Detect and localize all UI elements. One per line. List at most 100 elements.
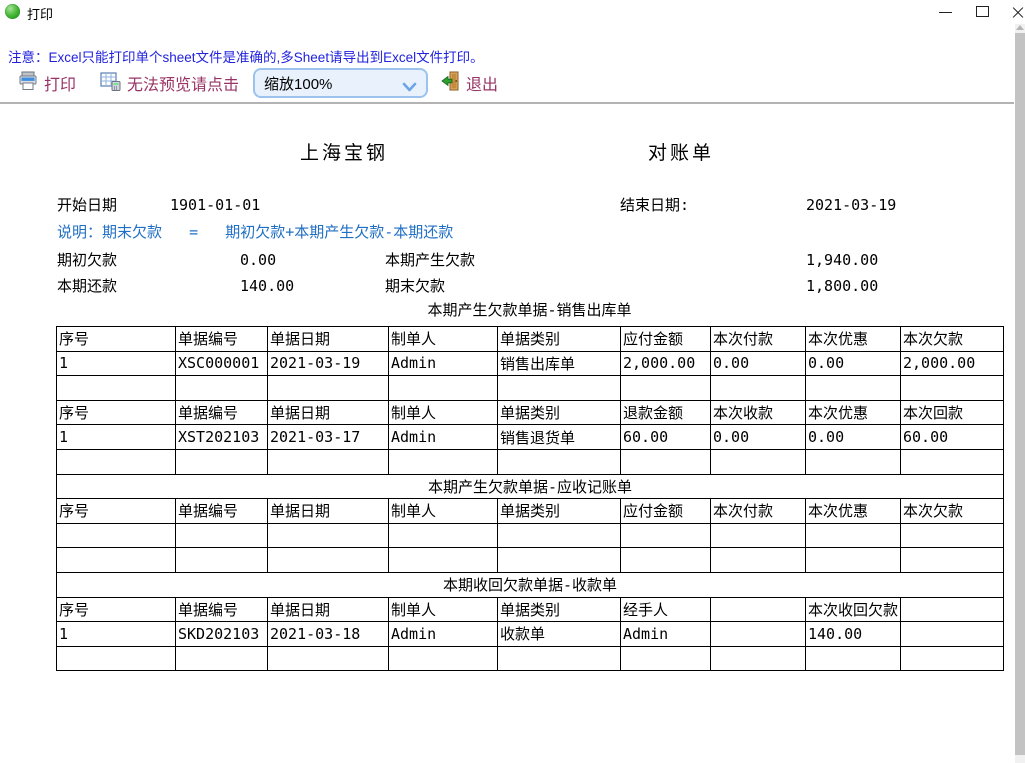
grid-cell xyxy=(176,449,268,474)
exit-label: 退出 xyxy=(466,71,498,95)
grid-cell xyxy=(176,523,268,548)
grid-cell xyxy=(268,523,389,548)
chevron-down-icon xyxy=(402,80,417,98)
window-title: 打印 xyxy=(27,4,53,23)
grid-cell: Admin xyxy=(389,425,498,450)
grid-cell: 收款单 xyxy=(498,622,621,647)
grid-header-cell: 本次优惠 xyxy=(806,499,901,524)
grid-cell: 1 xyxy=(57,351,176,376)
grid-header-cell: 序号 xyxy=(57,597,176,622)
grid-cell: Admin xyxy=(621,622,711,647)
vertical-scrollbar[interactable] xyxy=(1015,24,1025,763)
grid-header-cell: 单据类别 xyxy=(498,400,621,425)
end-date-value: 2021-03-19 xyxy=(806,196,896,214)
grid-cell xyxy=(901,449,1004,474)
grid-cell: 60.00 xyxy=(901,425,1004,450)
grid-cell xyxy=(498,376,621,401)
grid-cell xyxy=(498,548,621,573)
grid-data-row: 1SKD2021032021-03-18Admin收款单Admin140.00 xyxy=(57,622,1004,647)
grid-data-row: 1XST2021032021-03-17Admin销售退货单60.000.000… xyxy=(57,425,1004,450)
grid-cell xyxy=(176,548,268,573)
window-titlebar: 打印 xyxy=(0,0,1025,25)
repaid-value: 140.00 xyxy=(240,277,294,295)
grid-cell: Admin xyxy=(389,622,498,647)
grid-cell xyxy=(268,449,389,474)
grid-cell xyxy=(57,523,176,548)
grid-cell xyxy=(176,646,268,671)
grid-cell: XSC000001 xyxy=(176,351,268,376)
grid-cell xyxy=(57,646,176,671)
grid-header-cell: 本次欠款 xyxy=(901,499,1004,524)
grid-cell: 60.00 xyxy=(621,425,711,450)
grid-cell: XST202103 xyxy=(176,425,268,450)
grid-cell: 140.00 xyxy=(806,622,901,647)
grid-data-row xyxy=(57,376,1004,401)
print-label: 打印 xyxy=(44,71,76,95)
exit-button[interactable]: 退出 xyxy=(440,71,498,96)
zoom-value: 缩放100% xyxy=(264,73,332,94)
minimize-button[interactable] xyxy=(930,0,960,25)
grid-cell xyxy=(268,548,389,573)
minimize-icon xyxy=(939,12,952,13)
grid-cell: SKD202103 xyxy=(176,622,268,647)
section-title-row: 本期产生欠款单据-应收记账单 xyxy=(57,474,1004,499)
grid-cell xyxy=(621,449,711,474)
grid-header-row: 序号单据编号单据日期制单人单据类别退款金额本次收款本次优惠本次回款 xyxy=(57,400,1004,425)
toolbar: 打印 无法预览请点击 缩放100% 退出 xyxy=(0,64,1014,102)
grid-header-cell: 序号 xyxy=(57,400,176,425)
grid-cell: 0.00 xyxy=(711,425,806,450)
grid-cell xyxy=(711,548,806,573)
grid-header-cell: 应付金额 xyxy=(621,499,711,524)
grid-cell: 销售出库单 xyxy=(498,351,621,376)
report-title: 对账单 xyxy=(648,144,714,162)
print-button[interactable]: 打印 xyxy=(18,71,76,96)
grid-cell xyxy=(389,646,498,671)
section-title-cell: 本期收回欠款单据-收款单 xyxy=(57,572,1004,597)
grid-cell xyxy=(711,646,806,671)
spreadsheet-icon xyxy=(100,71,121,96)
grid-cell xyxy=(901,548,1004,573)
end-debt-label: 期末欠款 xyxy=(385,277,445,295)
grid-header-cell: 单据日期 xyxy=(268,327,389,352)
scroll-up-icon xyxy=(1016,25,1024,30)
grid-cell: 2021-03-17 xyxy=(268,425,389,450)
grid-cell xyxy=(621,376,711,401)
grid-header-cell: 本次欠款 xyxy=(901,327,1004,352)
section1-title: 本期产生欠款单据-销售出库单 xyxy=(56,301,1003,319)
scrollbar-thumb[interactable] xyxy=(1015,33,1025,755)
grid-cell xyxy=(389,523,498,548)
section-title-row: 本期收回欠款单据-收款单 xyxy=(57,572,1004,597)
grid-header-cell: 制单人 xyxy=(389,597,498,622)
company-name: 上海宝钢 xyxy=(300,144,388,162)
grid-header-cell: 单据类别 xyxy=(498,499,621,524)
grid-cell: 0.00 xyxy=(806,425,901,450)
grid-cell xyxy=(498,449,621,474)
grid-cell xyxy=(57,449,176,474)
grid-cell xyxy=(498,523,621,548)
grid-cell: 0.00 xyxy=(806,351,901,376)
maximize-button[interactable] xyxy=(966,0,996,25)
zoom-select[interactable]: 缩放100% xyxy=(253,68,428,98)
grid-cell xyxy=(57,376,176,401)
grid-header-cell xyxy=(711,597,806,622)
grid-cell: 2021-03-18 xyxy=(268,622,389,647)
end-debt-value: 1,800.00 xyxy=(806,277,878,295)
app-icon xyxy=(5,4,20,19)
grid-header-cell: 单据编号 xyxy=(176,400,268,425)
preview-button[interactable]: 无法预览请点击 xyxy=(100,71,239,96)
grid-header-row: 序号单据编号单据日期制单人单据类别经手人本次收回欠款 xyxy=(57,597,1004,622)
close-button[interactable] xyxy=(1002,0,1025,25)
grid-header-cell: 单据日期 xyxy=(268,499,389,524)
preview-label: 无法预览请点击 xyxy=(127,71,239,95)
grid-cell xyxy=(498,646,621,671)
grid-header-cell: 单据类别 xyxy=(498,597,621,622)
grid-header-cell: 本次回款 xyxy=(901,400,1004,425)
grid-header-cell: 单据编号 xyxy=(176,597,268,622)
grid-cell xyxy=(806,548,901,573)
grid-header-cell: 单据类别 xyxy=(498,327,621,352)
repaid-label: 本期还款 xyxy=(57,277,117,295)
grid-cell xyxy=(901,376,1004,401)
report-grid-body: 序号单据编号单据日期制单人单据类别应付金额本次付款本次优惠本次欠款1XSC000… xyxy=(57,327,1004,671)
grid-header-cell: 本次优惠 xyxy=(806,327,901,352)
grid-cell xyxy=(621,646,711,671)
